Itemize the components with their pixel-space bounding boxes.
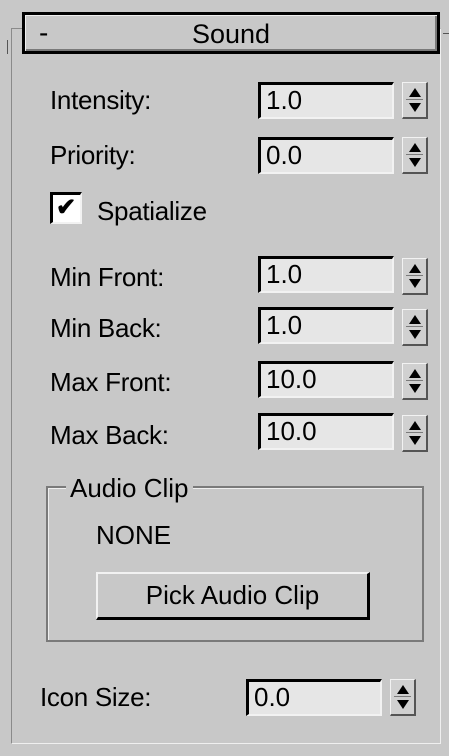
icon-size-label: Icon Size: xyxy=(40,682,152,712)
min-front-spinner-icon[interactable] xyxy=(402,258,428,295)
panel-edge-mark xyxy=(7,40,8,54)
min-back-label: Min Back: xyxy=(50,313,162,343)
min-back-spinner-icon[interactable] xyxy=(402,309,428,346)
min-front-input[interactable]: 1.0 xyxy=(258,256,394,293)
max-front-input[interactable]: 10.0 xyxy=(258,361,394,398)
rollout-title: Sound xyxy=(191,19,271,49)
spatialize-checkbox[interactable]: ✔ xyxy=(50,192,82,224)
intensity-spinner-icon[interactable] xyxy=(402,82,428,119)
priority-input[interactable]: 0.0 xyxy=(258,137,394,174)
max-front-label: Max Front: xyxy=(50,367,172,397)
spatialize-label[interactable]: Spatialize xyxy=(97,196,207,226)
intensity-input[interactable]: 1.0 xyxy=(258,82,394,119)
sound-rollout-header[interactable]: - Sound xyxy=(22,12,440,54)
icon-size-input[interactable]: 0.0 xyxy=(246,679,382,716)
panel-edge-mark xyxy=(443,33,449,34)
icon-size-spinner-icon[interactable] xyxy=(390,679,416,716)
check-icon: ✔ xyxy=(56,194,77,221)
intensity-label: Intensity: xyxy=(50,85,152,115)
max-back-input[interactable]: 10.0 xyxy=(258,413,394,450)
max-front-spinner-icon[interactable] xyxy=(402,363,428,400)
max-back-spinner-icon[interactable] xyxy=(402,415,428,452)
min-back-input[interactable]: 1.0 xyxy=(258,307,394,344)
max-back-label: Max Back: xyxy=(50,420,169,450)
audio-clip-value: NONE xyxy=(96,520,172,550)
min-front-label: Min Front: xyxy=(50,262,165,292)
priority-label: Priority: xyxy=(50,140,136,170)
audio-clip-group-label: Audio Clip xyxy=(66,473,193,503)
priority-spinner-icon[interactable] xyxy=(402,137,428,174)
pick-audio-clip-button[interactable]: Pick Audio Clip xyxy=(96,572,370,620)
